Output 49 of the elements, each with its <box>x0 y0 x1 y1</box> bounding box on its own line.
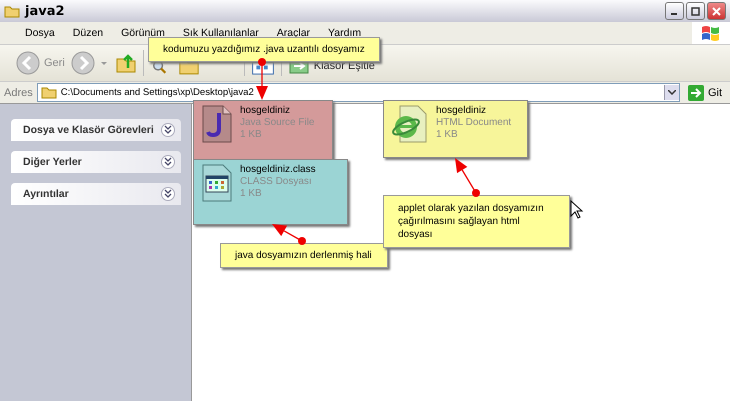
file-type: Java Source File <box>240 117 314 129</box>
dropdown-button[interactable] <box>664 85 679 100</box>
panel-header[interactable]: Diğer Yerler <box>11 151 181 173</box>
menu-item[interactable]: Düzen <box>64 27 112 39</box>
annotation-tooltip: applet olarak yazılan dosyamızın çağırılmasını sağlayan html dosyası <box>383 195 570 248</box>
window-title: java2 <box>25 4 65 18</box>
menu-item[interactable]: Yardım <box>319 27 370 39</box>
expand-icon[interactable] <box>161 123 175 137</box>
close-button[interactable] <box>707 2 726 20</box>
menu-item[interactable]: Dosya <box>16 27 64 39</box>
maximize-icon <box>691 6 700 16</box>
caret-icon <box>668 90 676 95</box>
file-name[interactable]: hosgeldiniz <box>436 105 512 117</box>
panel-header[interactable]: Ayrıntılar <box>11 183 181 205</box>
file-size: 1 KB <box>436 129 459 141</box>
folder-icon <box>4 4 20 18</box>
folder-icon <box>40 86 57 99</box>
pointer-arrow <box>256 58 268 100</box>
go-button[interactable]: Git <box>684 84 726 100</box>
flag-logo-icon <box>701 24 721 42</box>
annotation-tooltip: kodumuzu yazdığımız .java uzantılı dosyamız <box>148 37 380 62</box>
file-name[interactable]: hosgeldiniz.class <box>240 164 316 176</box>
file-type: CLASS Dosyası <box>240 176 313 188</box>
maximize-button[interactable] <box>686 2 705 20</box>
cursor-icon <box>570 200 584 220</box>
menu-item[interactable]: Sık Kullanılanlar <box>174 27 268 39</box>
menu-item[interactable]: Araçlar <box>268 27 320 39</box>
file-size: 1 KB <box>240 129 263 141</box>
file-name[interactable]: hosgeldiniz <box>240 105 314 117</box>
address-label: Adres <box>4 86 33 98</box>
go-arrow-icon <box>688 84 704 100</box>
close-icon <box>712 6 721 16</box>
expand-icon[interactable] <box>161 155 175 169</box>
application-file-icon <box>202 164 232 202</box>
expand-icon[interactable] <box>161 187 175 201</box>
folder-icon[interactable] <box>178 59 200 75</box>
web-page-icon <box>392 105 428 143</box>
annotation-tooltip: java dosyamızın derlenmiş hali <box>220 243 388 268</box>
pointer-arrow <box>272 224 306 245</box>
panel-header[interactable]: Dosya ve Klasör Görevleri <box>11 119 181 141</box>
file-size: 1 KB <box>240 188 263 200</box>
pointer-arrow <box>455 158 480 197</box>
forward-button[interactable] <box>70 51 109 75</box>
minimize-button[interactable] <box>665 2 684 20</box>
up-folder-icon[interactable] <box>114 52 137 74</box>
file-type: HTML Document <box>436 117 512 129</box>
java-file-icon <box>202 105 232 143</box>
address-field[interactable]: C:\Documents and Settings\xp\Desktop\java2 <box>36 83 680 102</box>
menu-item[interactable]: Görünüm <box>112 27 174 39</box>
